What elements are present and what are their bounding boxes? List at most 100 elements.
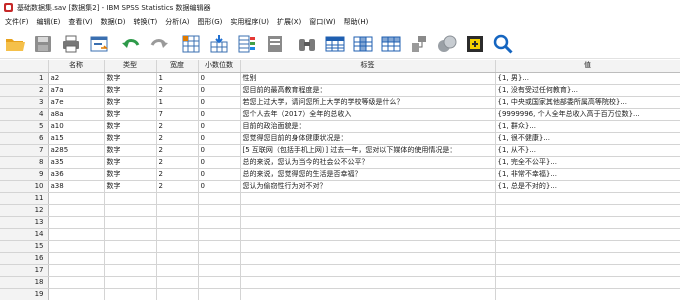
- empty-cell[interactable]: [48, 264, 105, 277]
- run-descriptives-icon[interactable]: [263, 32, 287, 56]
- empty-cell[interactable]: [240, 240, 496, 253]
- empty-cell[interactable]: [198, 216, 241, 229]
- empty-cell[interactable]: [156, 192, 199, 205]
- cell-values[interactable]: {1, 群众}...: [495, 120, 680, 133]
- empty-cell[interactable]: [48, 228, 105, 241]
- cell-name[interactable]: a7a: [48, 84, 105, 97]
- cell-decimals[interactable]: 0: [198, 156, 241, 169]
- row-number[interactable]: 2: [0, 84, 49, 97]
- cell-width[interactable]: 2: [156, 144, 199, 157]
- empty-cell[interactable]: [240, 288, 496, 300]
- menu-help[interactable]: 帮助(H): [342, 17, 375, 27]
- empty-cell[interactable]: [156, 240, 199, 253]
- empty-cell[interactable]: [156, 264, 199, 277]
- weight-cases-icon[interactable]: [407, 32, 431, 56]
- cell-width[interactable]: 2: [156, 180, 199, 193]
- empty-cell[interactable]: [495, 204, 680, 217]
- cell-name[interactable]: a35: [48, 156, 105, 169]
- empty-cell[interactable]: [104, 264, 157, 277]
- cell-name[interactable]: a15: [48, 132, 105, 145]
- column-header-values[interactable]: 值: [495, 60, 680, 73]
- cell-width[interactable]: 7: [156, 108, 199, 121]
- cell-type[interactable]: 数字: [104, 72, 157, 85]
- menu-view[interactable]: 查看(V): [66, 17, 98, 27]
- cell-label[interactable]: 您个人去年（2017）全年的总收入: [240, 108, 496, 121]
- insert-cases-icon[interactable]: [323, 32, 347, 56]
- row-number[interactable]: 3: [0, 96, 49, 109]
- empty-cell[interactable]: [156, 204, 199, 217]
- cell-type[interactable]: 数字: [104, 168, 157, 181]
- insert-variable-icon[interactable]: [351, 32, 375, 56]
- redo-icon[interactable]: [147, 32, 171, 56]
- empty-cell[interactable]: [48, 204, 105, 217]
- cell-values[interactable]: {1, 总是不对的}...: [495, 180, 680, 193]
- cell-width[interactable]: 2: [156, 132, 199, 145]
- cell-label[interactable]: 目前的政治面貌是：: [240, 120, 496, 133]
- cell-type[interactable]: 数字: [104, 144, 157, 157]
- empty-cell[interactable]: [240, 252, 496, 265]
- empty-cell[interactable]: [240, 264, 496, 277]
- cell-type[interactable]: 数字: [104, 84, 157, 97]
- empty-cell[interactable]: [240, 228, 496, 241]
- cell-decimals[interactable]: 0: [198, 180, 241, 193]
- menu-file[interactable]: 文件(F): [3, 17, 35, 27]
- empty-cell[interactable]: [495, 252, 680, 265]
- cell-label[interactable]: 您认为偷窃性行为对不对？: [240, 180, 496, 193]
- cell-label[interactable]: 总的来说，您认为当今的社会公不公平？: [240, 156, 496, 169]
- empty-cell[interactable]: [156, 228, 199, 241]
- row-number[interactable]: 6: [0, 132, 49, 145]
- empty-cell[interactable]: [104, 240, 157, 253]
- menu-transform[interactable]: 转换(T): [132, 17, 164, 27]
- split-file-icon[interactable]: [379, 32, 403, 56]
- search-icon[interactable]: [491, 32, 515, 56]
- empty-cell[interactable]: [240, 276, 496, 289]
- cell-label[interactable]: 性别: [240, 72, 496, 85]
- empty-cell[interactable]: [495, 192, 680, 205]
- cell-name[interactable]: a36: [48, 168, 105, 181]
- cell-label[interactable]: 您觉得您目前的身体健康状况是：: [240, 132, 496, 145]
- cell-values[interactable]: {1, 男}...: [495, 72, 680, 85]
- cell-values[interactable]: {1, 很不健康}...: [495, 132, 680, 145]
- cell-label[interactable]: [5 互联网（包括手机上网）] 过去一年，您对以下媒体的使用情况是：: [240, 144, 496, 157]
- cell-name[interactable]: a7e: [48, 96, 105, 109]
- empty-cell[interactable]: [156, 252, 199, 265]
- select-cases-icon[interactable]: [435, 32, 459, 56]
- cell-name[interactable]: a8a: [48, 108, 105, 121]
- column-header-decimals[interactable]: 小数位数: [198, 60, 241, 73]
- row-number[interactable]: 4: [0, 108, 49, 121]
- column-header-name[interactable]: 名称: [48, 60, 105, 73]
- menu-graphs[interactable]: 图形(G): [196, 17, 229, 27]
- cell-decimals[interactable]: 0: [198, 144, 241, 157]
- cell-width[interactable]: 2: [156, 120, 199, 133]
- cell-width[interactable]: 2: [156, 168, 199, 181]
- menu-edit[interactable]: 编辑(E): [35, 17, 67, 27]
- cell-values[interactable]: {1, 完全不公平}...: [495, 156, 680, 169]
- menu-analyze[interactable]: 分析(A): [163, 17, 195, 27]
- cell-type[interactable]: 数字: [104, 180, 157, 193]
- go-to-case-icon[interactable]: [179, 32, 203, 56]
- empty-cell[interactable]: [240, 204, 496, 217]
- empty-cell[interactable]: [104, 228, 157, 241]
- empty-cell[interactable]: [48, 276, 105, 289]
- empty-cell[interactable]: [48, 192, 105, 205]
- cell-decimals[interactable]: 0: [198, 108, 241, 121]
- empty-cell[interactable]: [198, 264, 241, 277]
- row-number[interactable]: 17: [0, 264, 49, 277]
- dialog-recall-icon[interactable]: [87, 32, 111, 56]
- column-header-type[interactable]: 类型: [104, 60, 157, 73]
- empty-cell[interactable]: [48, 288, 105, 300]
- empty-cell[interactable]: [104, 192, 157, 205]
- open-folder-icon[interactable]: [3, 32, 27, 56]
- empty-cell[interactable]: [198, 252, 241, 265]
- empty-cell[interactable]: [104, 276, 157, 289]
- cell-decimals[interactable]: 0: [198, 84, 241, 97]
- cell-decimals[interactable]: 0: [198, 120, 241, 133]
- empty-cell[interactable]: [495, 228, 680, 241]
- menu-extensions[interactable]: 扩展(X): [275, 17, 307, 27]
- row-number[interactable]: 8: [0, 156, 49, 169]
- empty-cell[interactable]: [240, 192, 496, 205]
- cell-label[interactable]: 总的来说，您觉得您的生活是否幸福？: [240, 168, 496, 181]
- empty-cell[interactable]: [48, 252, 105, 265]
- cell-values[interactable]: {1, 中央或国家其他部委所属高等院校}...: [495, 96, 680, 109]
- cell-width[interactable]: 2: [156, 156, 199, 169]
